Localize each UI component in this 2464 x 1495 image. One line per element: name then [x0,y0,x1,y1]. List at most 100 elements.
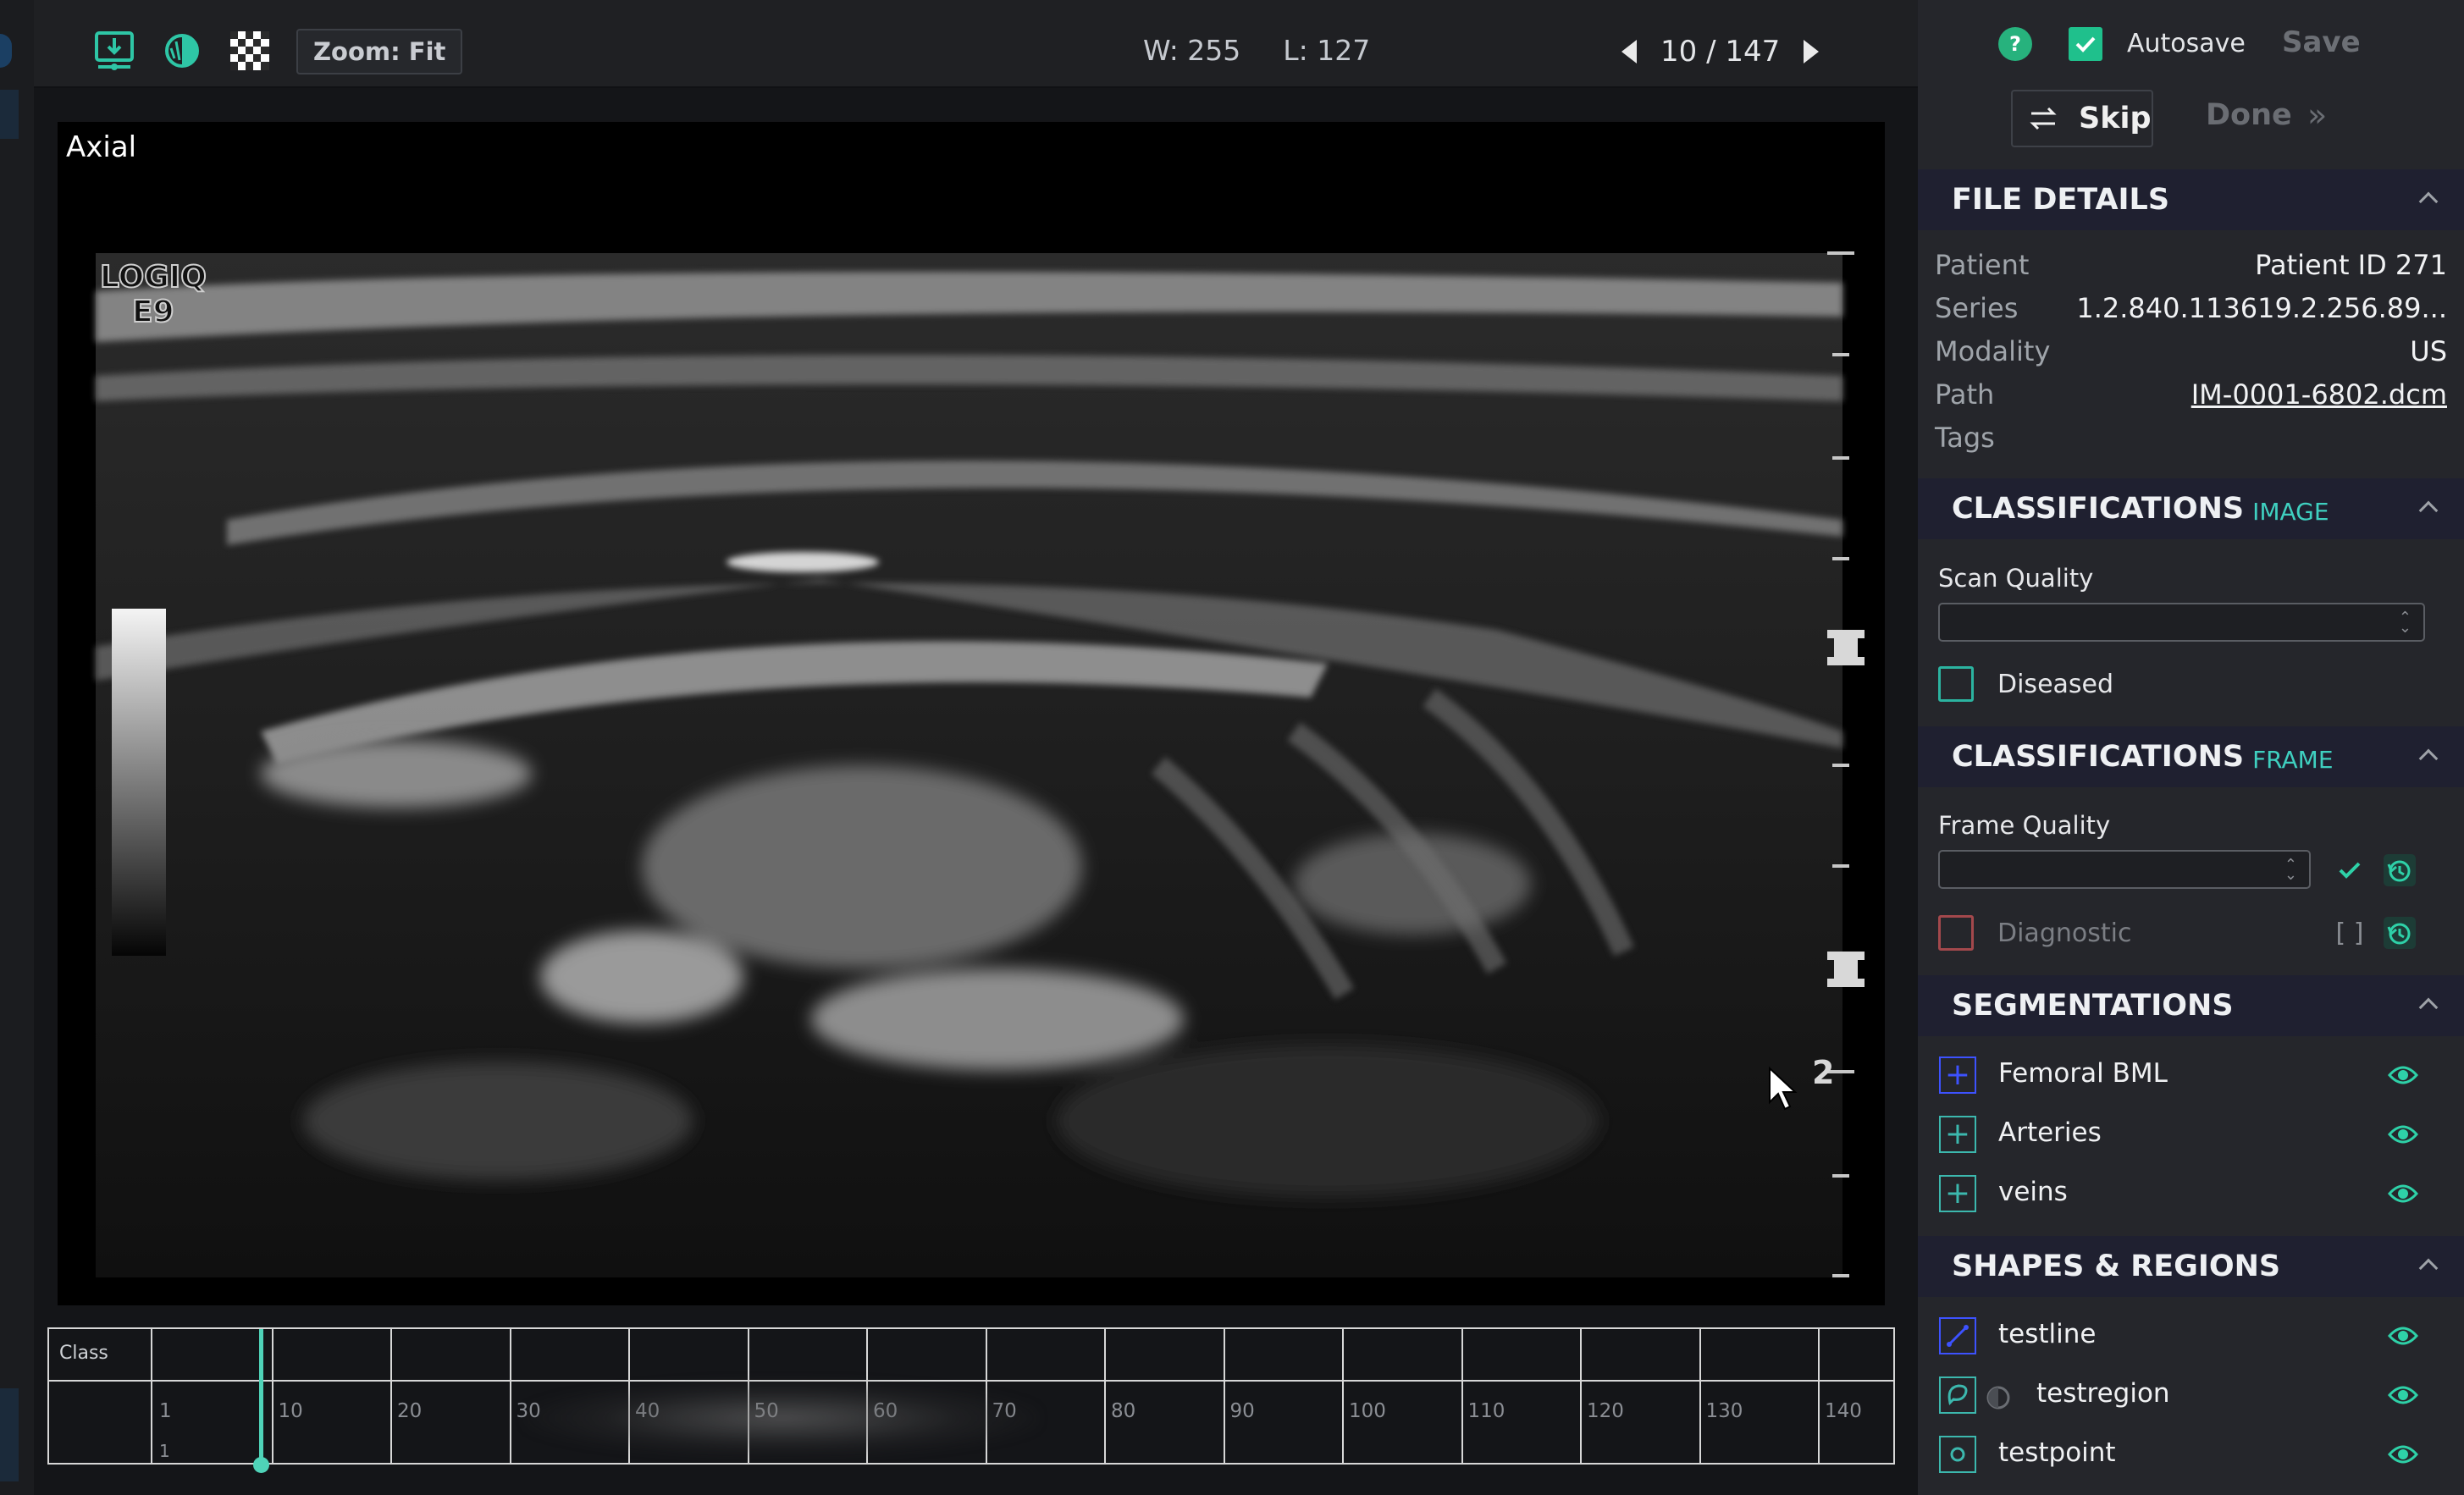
detail-key: Path [1935,378,1995,411]
done-button[interactable]: Done [2206,98,2292,132]
timeline-frame-number: 100 [1349,1400,1386,1422]
collapse-caret-icon[interactable] [2418,191,2439,212]
help-icon[interactable]: ? [1998,27,2032,61]
eye-icon[interactable] [2388,1382,2418,1409]
timeline-first-frame: 1 [159,1441,170,1461]
timeline-tick [1223,1329,1225,1463]
sidebar-tab[interactable] [0,90,19,139]
file-details-header[interactable]: FILE DETAILS [1918,169,2464,230]
detail-key: Series [1935,292,2019,324]
frame-counter: 10 / 147 [1660,35,1781,69]
brackets-icon[interactable]: [ ] [2331,914,2368,952]
image-viewport[interactable]: LOGIQ E9 2 Axial [58,122,1885,1305]
sidebar-tab-bottom[interactable] [0,1388,19,1481]
path-link[interactable]: IM-0001-6802.dcm [2191,378,2447,411]
segmentation-item[interactable]: + Femoral BML [1918,1050,2464,1101]
collapse-caret-icon[interactable] [2418,748,2439,769]
timeline-tick [509,1329,511,1463]
eye-icon[interactable] [2388,1441,2418,1468]
double-chevron-icon[interactable]: » [2307,97,2327,134]
shape-label: testline [1998,1319,2097,1349]
frame-quality-select[interactable]: ⌃ ⌄ [1938,850,2311,889]
prev-frame-icon[interactable] [1621,40,1637,63]
detail-key: Tags [1935,422,1995,454]
save-button[interactable]: Save [2282,25,2361,59]
detail-key: Patient [1935,249,2030,281]
segmentation-label: veins [1998,1177,2068,1207]
diagnostic-label: Diagnostic [1997,919,2132,948]
classifications-image-header[interactable]: CLASSIFICATIONS IMAGE [1918,478,2464,539]
timeline-frame-number: 120 [1587,1400,1624,1422]
reset-history-icon[interactable] [2381,914,2418,952]
annotation-panel: ? Autosave Save Skip Done » FILE DETAILS… [1918,0,2464,1495]
eye-icon[interactable] [2388,1062,2418,1089]
confirm-check-icon[interactable] [2331,852,2368,889]
region-icon[interactable] [1939,1376,1976,1414]
segmentation-label: Femoral BML [1998,1058,2168,1089]
line-icon[interactable] [1939,1317,1976,1354]
diseased-checkbox[interactable] [1938,666,1974,702]
shape-item[interactable]: testline [1918,1310,2464,1361]
viewer-toolbar: Zoom: Fit W: 255 L: 127 10 / 147 [34,0,1918,88]
segmentation-item[interactable]: + Arteries [1918,1109,2464,1160]
add-segment-icon[interactable]: + [1939,1056,1976,1094]
task-actions: Skip Done » [1918,90,2464,149]
sidebar-handle[interactable] [0,34,12,68]
eye-icon[interactable] [2388,1121,2418,1148]
contrast-icon[interactable] [161,29,203,73]
reset-history-icon[interactable] [2381,852,2418,889]
point-icon[interactable] [1939,1436,1976,1473]
swap-icon [2030,107,2057,130]
download-annotation-icon[interactable] [93,29,135,73]
timeline-frame-number: 20 [397,1400,423,1422]
diagnostic-checkbox[interactable] [1938,915,1974,951]
region-fill-icon[interactable] [1986,1385,2011,1410]
left-collapsed-sidebar [0,0,34,1495]
timeline-frame-number: 110 [1467,1400,1505,1422]
frame-timeline[interactable]: Class 1102030405060708090100110120130140… [47,1327,1895,1473]
skip-button[interactable]: Skip [2011,90,2153,147]
autosave-row: ? Autosave Save [1918,19,2464,69]
segmentations-header[interactable]: SEGMENTATIONS [1918,975,2464,1036]
timeline-tick [1104,1329,1106,1463]
viewer-area: LOGIQ E9 2 Axial [34,88,1918,1307]
detail-value: 1.2.840.113619.2.256.89... [2076,292,2447,324]
window-value: W: 255 [1143,34,1241,67]
detail-value: Patient ID 271 [2255,249,2447,281]
ultrasound-image[interactable]: LOGIQ E9 2 [58,122,1885,1305]
timeline-annotation-blur [523,1380,1040,1456]
timeline-tick [1342,1329,1344,1463]
add-segment-icon[interactable]: + [1939,1116,1976,1153]
collapse-caret-icon[interactable] [2418,997,2439,1018]
window-level-readout: W: 255 L: 127 [1143,34,1412,67]
autosave-checkbox[interactable] [2069,27,2102,61]
collapse-caret-icon[interactable] [2418,500,2439,521]
timeline-class-label: Class [59,1343,108,1364]
checkerboard-icon[interactable] [229,29,271,73]
classifications-frame-header[interactable]: CLASSIFICATIONS FRAME [1918,726,2464,787]
shape-item[interactable]: testpoint [1918,1429,2464,1480]
level-value: L: 127 [1283,34,1371,67]
detail-row-patient: Patient Patient ID 271 [1935,249,2447,291]
shapes-regions-header[interactable]: SHAPES & REGIONS [1918,1236,2464,1297]
scan-quality-select[interactable]: ⌃ ⌄ [1938,603,2425,642]
zoom-fit-button[interactable]: Zoom: Fit [296,29,463,74]
collapse-caret-icon[interactable] [2418,1258,2439,1278]
add-segment-icon[interactable]: + [1939,1175,1976,1212]
segmentation-item[interactable]: + veins [1918,1168,2464,1219]
timeline-playhead[interactable] [253,1329,269,1473]
next-frame-icon[interactable] [1804,40,1820,63]
skip-label: Skip [2079,102,2152,135]
depth-marker: 2 [1812,1054,1834,1091]
shape-item[interactable]: testregion [1918,1370,2464,1421]
scan-quality-label: Scan Quality [1938,564,2094,593]
eye-icon[interactable] [2388,1180,2418,1207]
select-arrows-icon: ⌃ ⌄ [2398,609,2412,637]
classifications-title: CLASSIFICATIONS [1952,740,2245,774]
segmentation-label: Arteries [1998,1117,2102,1148]
eye-icon[interactable] [2388,1322,2418,1349]
detail-row-series: Series 1.2.840.113619.2.256.89... [1935,292,2447,334]
diseased-label: Diseased [1997,670,2114,699]
detail-value: US [2410,335,2447,367]
checkmark-icon [2075,36,2096,52]
